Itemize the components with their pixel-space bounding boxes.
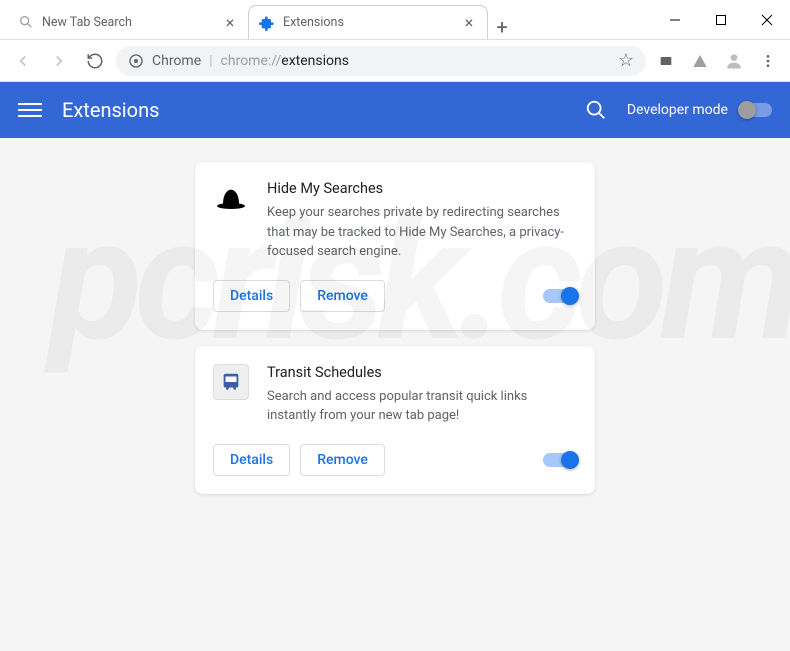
close-icon[interactable]: × [222,14,238,30]
address-bar[interactable]: Chrome | chrome://extensions ☆ [116,46,646,76]
puzzle-icon [259,15,275,31]
enable-toggle[interactable] [543,289,577,303]
close-icon[interactable]: × [461,15,477,31]
close-button[interactable] [744,0,790,40]
tab-extensions[interactable]: Extensions × [248,5,488,39]
remove-button[interactable]: Remove [300,280,385,312]
extension-icon-2[interactable] [686,47,714,75]
profile-avatar[interactable] [720,47,748,75]
tab-strip: New Tab Search × Extensions × + [0,0,652,39]
browser-toolbar: Chrome | chrome://extensions ☆ [0,40,790,82]
search-icon[interactable] [585,99,607,121]
omnibox-site-label: Chrome [152,53,201,69]
developer-mode-toggle[interactable] [738,103,772,117]
omnibox-divider: | [209,53,212,69]
details-button[interactable]: Details [213,280,290,312]
omnibox-path: chrome://extensions [221,53,349,69]
extensions-list: Hide My Searches Keep your searches priv… [0,138,790,651]
minimize-button[interactable] [652,0,698,40]
extension-icon [213,180,249,216]
search-icon [18,14,34,30]
remove-button[interactable]: Remove [300,444,385,476]
extension-icon-1[interactable] [652,47,680,75]
developer-mode: Developer mode [627,102,772,118]
maximize-button[interactable] [698,0,744,40]
extensions-header: Extensions Developer mode [0,82,790,138]
extension-icon [213,364,249,400]
extension-name: Transit Schedules [267,364,577,381]
star-icon[interactable]: ☆ [618,50,634,71]
menu-button[interactable] [754,47,782,75]
enable-toggle[interactable] [543,453,577,467]
extension-description: Search and access popular transit quick … [267,387,577,426]
tab-title: Extensions [283,15,453,30]
menu-icon[interactable] [18,98,42,122]
window-controls [652,0,790,39]
extension-card-hide-my-searches: Hide My Searches Keep your searches priv… [195,162,595,330]
developer-mode-label: Developer mode [627,102,728,118]
chrome-icon [128,53,144,69]
reload-button[interactable] [80,46,110,76]
extension-name: Hide My Searches [267,180,577,197]
tab-title: New Tab Search [42,15,214,30]
tab-new-tab-search[interactable]: New Tab Search × [8,5,248,39]
window-titlebar: New Tab Search × Extensions × + [0,0,790,40]
extension-description: Keep your searches private by redirectin… [267,203,577,262]
extension-card-transit-schedules: Transit Schedules Search and access popu… [195,346,595,494]
back-button[interactable] [8,46,38,76]
page-title: Extensions [62,98,565,122]
new-tab-button[interactable]: + [488,15,516,39]
forward-button[interactable] [44,46,74,76]
details-button[interactable]: Details [213,444,290,476]
